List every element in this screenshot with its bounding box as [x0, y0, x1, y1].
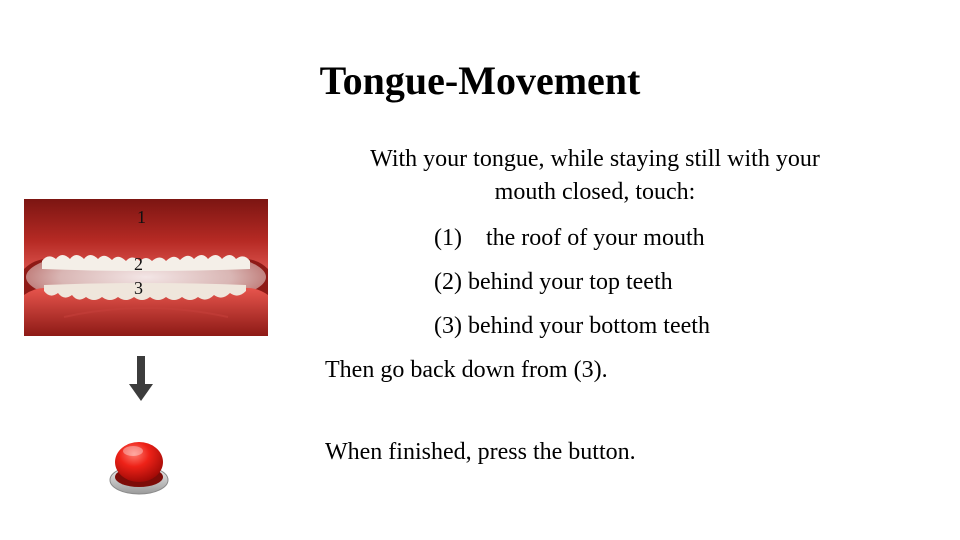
open-mouth-image: 1 2 3 — [24, 199, 268, 336]
step-3-text: (3) behind your bottom teeth — [434, 313, 710, 339]
instruction-intro: With your tongue, while staying still wi… — [318, 143, 872, 209]
down-arrow-icon — [126, 356, 156, 402]
step-1-text: (1) the roof of your mouth — [434, 225, 705, 251]
finish-instruction: When finished, press the button. — [325, 439, 636, 465]
mouth-illustration — [24, 199, 268, 336]
step-2-text: (2) behind your top teeth — [434, 269, 673, 295]
then-instruction: Then go back down from (3). — [325, 357, 608, 383]
mouth-label-3: 3 — [134, 278, 143, 298]
intro-line-1: With your tongue, while staying still wi… — [370, 146, 820, 172]
mouth-label-1: 1 — [137, 207, 146, 227]
intro-line-2: mouth closed, touch: — [494, 179, 696, 205]
slide-title: Tongue-Movement — [319, 58, 641, 103]
red-push-button-icon[interactable] — [108, 434, 170, 498]
mouth-label-2: 2 — [134, 254, 143, 274]
